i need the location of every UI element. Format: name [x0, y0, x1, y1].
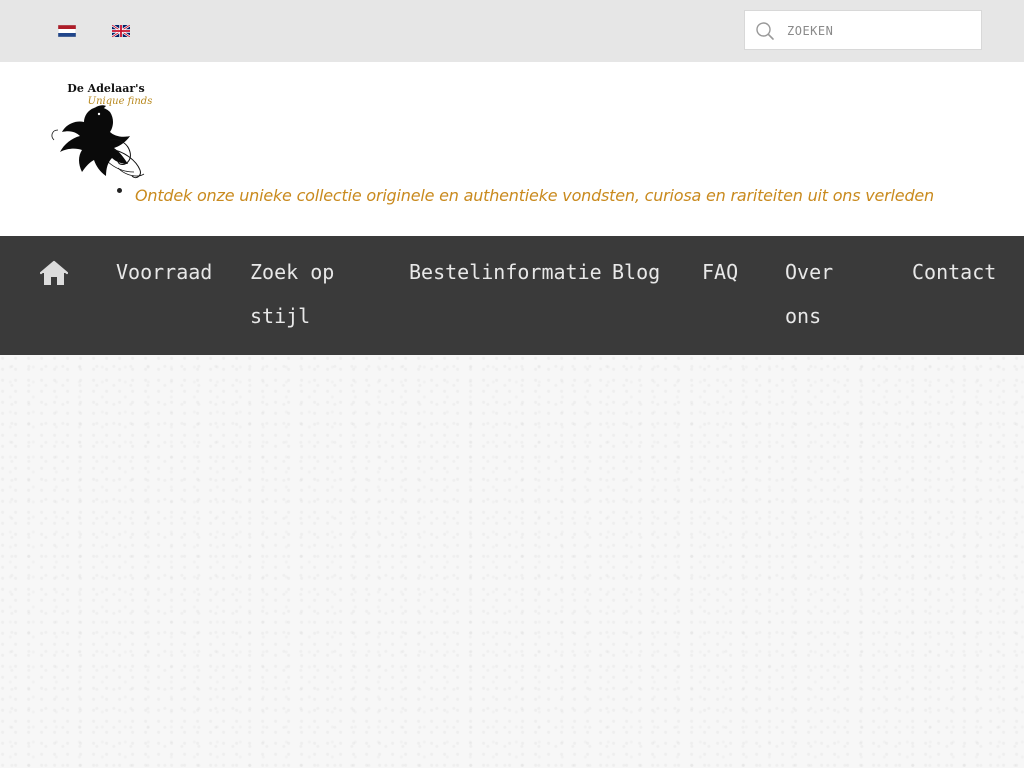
main-navigation: Voorraad Zoek op stijl Bestelinformatie … [0, 236, 1024, 355]
nav-label: Bestelinformatie [409, 260, 602, 284]
uk-flag-icon[interactable] [112, 25, 130, 37]
nav-item-faq[interactable]: FAQ [702, 250, 738, 294]
nav-item-blog[interactable]: Blog [612, 250, 660, 294]
top-bar [0, 0, 1024, 62]
search-box[interactable] [744, 10, 982, 50]
nav-label: Zoek op [250, 260, 335, 284]
nav-label: FAQ [702, 260, 739, 284]
nav-label: Contact [912, 260, 997, 284]
content-area [0, 355, 1024, 768]
tagline-bullet [117, 188, 122, 193]
nav-label-line2: stijl [250, 304, 311, 328]
nav-label-line2: ons [785, 304, 822, 328]
nav-label: Over [785, 260, 834, 284]
nav-item-voorraad[interactable]: Voorraad [116, 250, 212, 294]
nav-label: Voorraad [116, 260, 213, 284]
site-logo[interactable]: De Adelaar's Unique finds [44, 80, 152, 184]
search-input[interactable] [785, 17, 974, 45]
nav-label: Blog [612, 260, 661, 284]
nav-item-zoek-op-stijl[interactable]: Zoek op stijl [250, 250, 334, 338]
home-icon[interactable] [40, 260, 68, 286]
site-tagline: Ontdek onze unieke collectie originele e… [135, 186, 934, 205]
nav-item-contact[interactable]: Contact [912, 250, 996, 294]
logo-text-bottom: Unique finds [88, 96, 152, 107]
netherlands-flag-icon[interactable] [58, 25, 76, 37]
search-icon[interactable] [755, 21, 775, 41]
site-header: De Adelaar's Unique finds Ontdek onze un… [0, 62, 1024, 236]
nav-item-bestelinformatie[interactable]: Bestelinformatie [409, 250, 602, 294]
logo-text-top: De Adelaar's [67, 82, 144, 95]
nav-item-over-ons[interactable]: Over ons [785, 250, 833, 338]
